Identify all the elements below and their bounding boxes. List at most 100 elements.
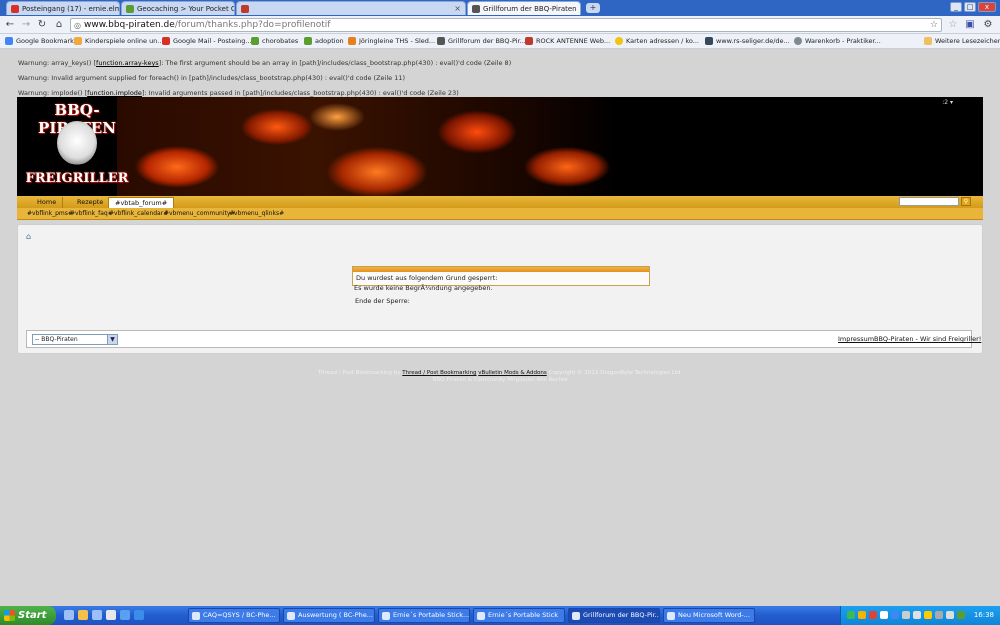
forward-icon[interactable]: →: [20, 19, 32, 31]
bookmark-item[interactable]: www.rs-seliger.de/de...: [705, 37, 790, 45]
copyright-line: Thread / Post Bookmarking by Thread / Po…: [317, 370, 683, 376]
subnav-link[interactable]: #vbmenu_community#: [164, 210, 235, 217]
ban-message: Du wurdest aus folgendem Grund gesperrt:: [356, 274, 498, 282]
geocaching-icon: [304, 37, 312, 45]
wrench-icon[interactable]: ⚙: [982, 19, 994, 31]
taskbar-item[interactable]: Ernie´s Portable Stick: [473, 608, 565, 623]
quicklaunch-icon[interactable]: [106, 610, 116, 620]
tab-forum[interactable]: #vbtab_forum#: [108, 197, 175, 208]
tray-icon[interactable]: [891, 611, 899, 619]
tab-title: Geocaching > Your Pocket Qu...: [137, 4, 234, 13]
other-bookmarks[interactable]: Weitere Lesezeichen: [924, 37, 1000, 45]
bookmark-item[interactable]: Jöringleine THS - Sled...: [348, 37, 435, 45]
browser-tab-gmail[interactable]: Posteingang (17) - ernie.elm... ×: [6, 1, 120, 15]
taskbar-item[interactable]: CAQ=QSYS / BC-Phe...: [188, 608, 280, 623]
home-icon[interactable]: ⌂: [53, 19, 65, 31]
breadcrumb-home-icon[interactable]: ⌂: [26, 232, 31, 241]
bookmark-item[interactable]: Grillforum der BBQ-Pir...: [437, 37, 526, 45]
quicklaunch-icon[interactable]: [64, 610, 74, 620]
new-tab-button[interactable]: +: [586, 3, 600, 13]
style-select[interactable]: -- BBQ-Piraten ▼: [32, 334, 118, 345]
tray-icon[interactable]: [858, 611, 866, 619]
taskbar-clock: 16:38: [973, 611, 994, 619]
minimize-button[interactable]: _: [950, 2, 962, 12]
close-icon[interactable]: ×: [577, 4, 580, 13]
radio-icon: [525, 37, 533, 45]
taskbar-item[interactable]: Auswertung ( BC-Phe...: [283, 608, 375, 623]
language-chooser[interactable]: :2 ▾: [942, 99, 953, 106]
subnav-link[interactable]: #vbflink_faq#: [70, 210, 113, 217]
forum-logo[interactable]: BBQ-PIRATEN FREIGRILLER: [21, 99, 133, 193]
bbq-icon: [437, 37, 445, 45]
kids-icon: [74, 37, 82, 45]
back-icon[interactable]: ←: [4, 19, 16, 31]
forum-search-input[interactable]: [899, 197, 959, 206]
quicklaunch-icon[interactable]: [92, 610, 102, 620]
window-close-button[interactable]: x: [978, 2, 996, 12]
tray-icon[interactable]: [924, 611, 932, 619]
copyright-link[interactable]: vBulletin Mods & Addons: [478, 370, 547, 376]
bookmark-item[interactable]: Google Mail - Posteing...: [162, 37, 252, 45]
quicklaunch-icon[interactable]: [120, 610, 130, 620]
chevron-down-icon: ▼: [107, 335, 117, 344]
ban-reason: Es wurde keine BegrÃ¼ndung angegeben.: [354, 284, 493, 292]
home-link[interactable]: BBQ-Piraten - Wir sind Freigriller!: [874, 335, 981, 343]
subnav-link[interactable]: #vbflink_pms#: [27, 210, 73, 217]
windows-taskbar: Start CAQ=QSYS / BC-Phe... Auswertung ( …: [0, 606, 1000, 625]
impressum-link[interactable]: Impressum: [838, 335, 874, 343]
address-bar[interactable]: ◎ www.bbq-piraten.de /forum/thanks.php?d…: [70, 18, 942, 32]
bookmark-item[interactable]: ROCK ANTENNE Web...: [525, 37, 610, 45]
ie-icon[interactable]: [134, 610, 144, 620]
bookmark-item[interactable]: Google Bookmark: [5, 37, 74, 45]
url-path: /forum/thanks.php?do=profilenotif: [174, 20, 331, 30]
search-button[interactable]: ⚲: [961, 197, 971, 206]
php-warning: Warnung: Invalid argument supplied for f…: [18, 74, 406, 82]
bookmark-item[interactable]: Kinderspiele online un...: [74, 37, 164, 45]
extension-star-icon[interactable]: ☆: [947, 19, 959, 31]
system-tray: 16:38: [840, 606, 1000, 625]
bookmark-item[interactable]: Warenkorb - Praktiker...: [794, 37, 881, 45]
browser-tab-redacted[interactable]: ×: [236, 1, 466, 15]
tray-icon[interactable]: [957, 611, 965, 619]
taskbar-item[interactable]: Neu Microsoft Word-...: [663, 608, 755, 623]
warning-link[interactable]: function.array-keys: [96, 59, 159, 67]
subnav-link[interactable]: #vbflink_calendar#: [109, 210, 168, 217]
tab-home[interactable]: Home: [31, 197, 64, 208]
close-icon[interactable]: ×: [450, 4, 461, 13]
tray-icon[interactable]: [880, 611, 888, 619]
tab-title: Posteingang (17) - ernie.elm...: [22, 4, 120, 13]
taskbar-item[interactable]: Ernie´s Portable Stick...: [378, 608, 470, 623]
browser-tab-bbq[interactable]: Grillforum der BBQ-Piraten ×: [467, 1, 581, 15]
copyright-link[interactable]: Thread / Post Bookmarking: [402, 370, 476, 376]
reload-icon[interactable]: ↻: [36, 19, 48, 31]
browser-tab-strip: Posteingang (17) - ernie.elm... × Geocac…: [0, 0, 1000, 16]
gmail-icon: [11, 4, 19, 13]
geocaching-icon: [126, 4, 134, 13]
start-button[interactable]: Start: [0, 606, 56, 625]
ban-notice-box: Du wurdest aus folgendem Grund gesperrt:: [352, 266, 650, 286]
tray-icon[interactable]: [946, 611, 954, 619]
quicklaunch-icon[interactable]: [78, 610, 88, 620]
browser-tab-geocaching[interactable]: Geocaching > Your Pocket Qu... ×: [121, 1, 235, 15]
bookmark-item[interactable]: Karten adressen / ko...: [615, 37, 699, 45]
tab-rezepte[interactable]: Rezepte: [71, 197, 111, 208]
bookmark-item[interactable]: adoption: [304, 37, 344, 45]
volume-icon[interactable]: [935, 611, 943, 619]
logo-text-bottom: FREIGRILLER: [25, 171, 129, 186]
php-warning: Warnung: implode() [function.implode]: I…: [18, 89, 459, 97]
bookmark-item[interactable]: chorobates: [251, 37, 298, 45]
taskbar-item[interactable]: Grillforum der BBQ-Pir...: [568, 608, 660, 623]
extension-icon[interactable]: ▣: [964, 19, 976, 31]
tray-icon[interactable]: [913, 611, 921, 619]
tab-title: Grillforum der BBQ-Piraten: [483, 4, 577, 13]
geocaching-icon: [251, 37, 259, 45]
tray-icon[interactable]: [902, 611, 910, 619]
page-info-icon: ◎: [74, 20, 81, 30]
star-icon[interactable]: ☆: [930, 20, 938, 30]
subnav-link[interactable]: #vbmenu_qlinks#: [229, 210, 284, 217]
maximize-button[interactable]: □: [964, 2, 976, 12]
tray-icon[interactable]: [847, 611, 855, 619]
php-warning: Warnung: array_keys() [function.array-ke…: [18, 59, 512, 67]
tray-icon[interactable]: [869, 611, 877, 619]
warning-link[interactable]: function.implode: [87, 89, 142, 97]
